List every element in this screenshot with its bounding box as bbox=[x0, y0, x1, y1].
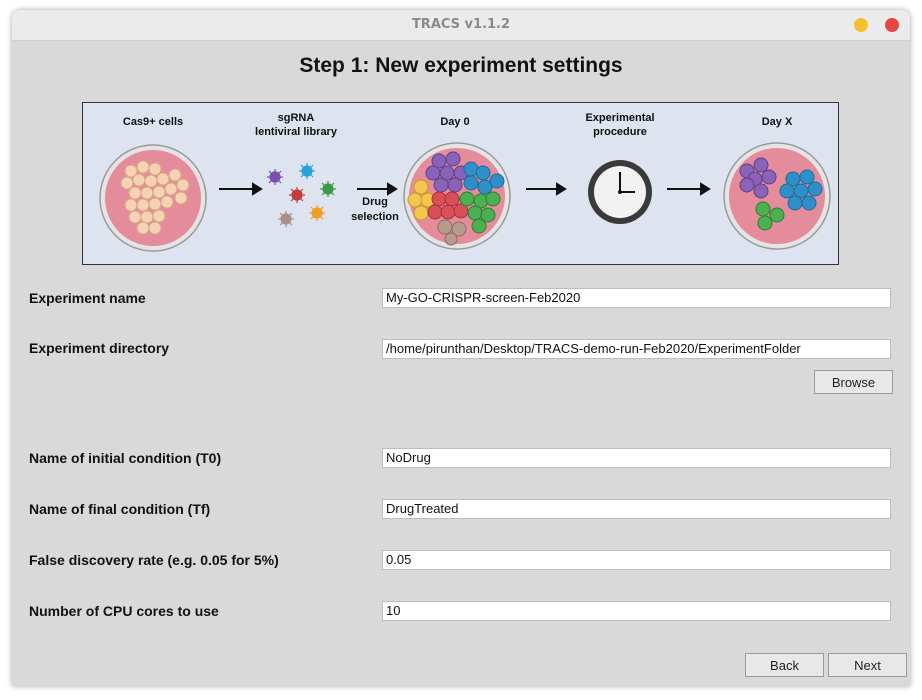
cas9-label: Cas9+ cells bbox=[123, 116, 183, 128]
browse-button[interactable]: Browse bbox=[814, 370, 893, 394]
cpu-cores-field[interactable] bbox=[382, 601, 891, 621]
clock-icon bbox=[588, 160, 652, 224]
experiment-name-label: Experiment name bbox=[29, 290, 146, 306]
fdr-field[interactable] bbox=[382, 550, 891, 570]
dayx-dish-icon bbox=[723, 142, 831, 250]
fdr-label: False discovery rate (e.g. 0.05 for 5%) bbox=[29, 552, 279, 568]
arrow-icon bbox=[219, 182, 263, 196]
cpu-cores-label: Number of CPU cores to use bbox=[29, 603, 219, 619]
title-bar[interactable]: TRACS v1.1.2 bbox=[12, 10, 910, 41]
virus-particles-icon bbox=[267, 163, 336, 227]
back-button[interactable]: Back bbox=[745, 653, 824, 677]
drug-label: Drug bbox=[362, 196, 388, 208]
initial-condition-label: Name of initial condition (T0) bbox=[29, 450, 222, 466]
arrow-icon bbox=[667, 182, 711, 196]
sgrna-library-label: lentiviral library bbox=[255, 126, 338, 138]
arrow-icon bbox=[526, 182, 567, 196]
cas9-dish-icon bbox=[99, 144, 207, 252]
procedure-label: Experimental bbox=[585, 112, 654, 124]
final-condition-label: Name of final condition (Tf) bbox=[29, 501, 211, 517]
close-button[interactable] bbox=[885, 18, 899, 32]
window-title: TRACS v1.1.2 bbox=[411, 17, 511, 32]
experiment-directory-field[interactable] bbox=[382, 339, 891, 359]
arrow-icon bbox=[357, 182, 398, 196]
experiment-name-field[interactable] bbox=[382, 288, 891, 308]
sgrna-label: sgRNA bbox=[278, 112, 315, 124]
minimize-button[interactable] bbox=[854, 18, 868, 32]
workflow-diagram: Cas9+ cells sgRNA lentiviral library Day… bbox=[82, 102, 839, 265]
initial-condition-field[interactable] bbox=[382, 448, 891, 468]
procedure-label-2: procedure bbox=[593, 126, 647, 138]
drug-selection-label: selection bbox=[351, 211, 399, 223]
page-title: Step 1: New experiment settings bbox=[299, 54, 623, 77]
next-button[interactable]: Next bbox=[828, 653, 907, 677]
day0-label: Day 0 bbox=[440, 116, 469, 128]
dayx-label: Day X bbox=[762, 116, 793, 128]
final-condition-field[interactable] bbox=[382, 499, 891, 519]
day0-dish-icon bbox=[403, 142, 511, 250]
app-window: TRACS v1.1.2 Step 1: New experiment sett… bbox=[12, 10, 910, 686]
experiment-directory-label: Experiment directory bbox=[29, 340, 170, 356]
